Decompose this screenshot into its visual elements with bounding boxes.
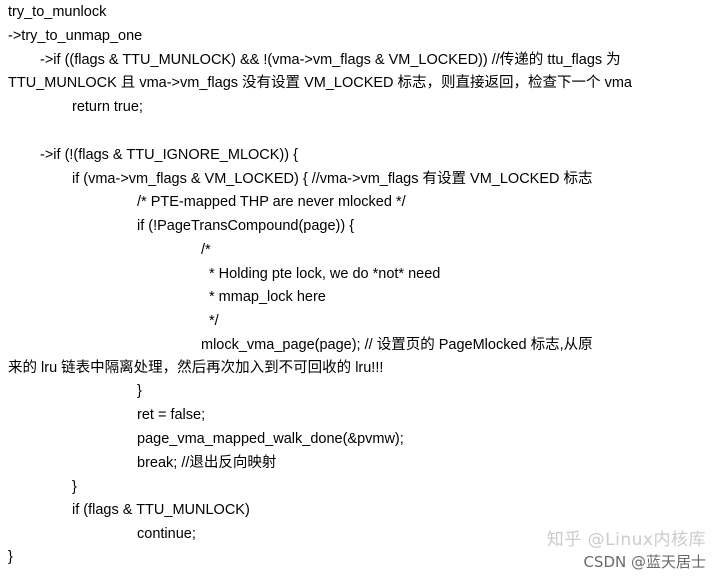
- code-line: }: [72, 479, 77, 495]
- code-line: continue;: [137, 526, 196, 542]
- code-line: TTU_MUNLOCK 且 vma->vm_flags 没有设置 VM_LOCK…: [8, 75, 632, 91]
- code-line: * mmap_lock here: [209, 289, 326, 305]
- code-line: * Holding pte lock, we do *not* need: [209, 266, 441, 282]
- code-line: }: [137, 383, 142, 399]
- code-line: ->if ((flags & TTU_MUNLOCK) && !(vma->vm…: [40, 52, 621, 68]
- csdn-watermark: CSDN @蓝天居士: [583, 553, 706, 571]
- zhihu-watermark: 知乎 @Linux内核库: [546, 530, 706, 550]
- code-line: if (vma->vm_flags & VM_LOCKED) { //vma->…: [72, 171, 593, 187]
- code-line: */: [209, 313, 219, 329]
- code-line: page_vma_mapped_walk_done(&pvmw);: [137, 431, 404, 447]
- code-line: break; //退出反向映射: [137, 455, 277, 471]
- code-document: try_to_munlock ->try_to_unmap_one ->if (…: [0, 0, 720, 576]
- code-line: /*: [201, 242, 211, 258]
- code-line: return true;: [72, 99, 143, 115]
- code-line: if (flags & TTU_MUNLOCK): [72, 502, 250, 518]
- code-line: }: [8, 549, 13, 565]
- code-line: ->if (!(flags & TTU_IGNORE_MLOCK)) {: [40, 147, 298, 163]
- code-line: ret = false;: [137, 407, 206, 423]
- code-line: try_to_munlock: [8, 4, 107, 20]
- code-line: mlock_vma_page(page); // 设置页的 PageMlocke…: [201, 337, 593, 353]
- code-line: ->try_to_unmap_one: [8, 28, 143, 44]
- code-line: /* PTE-mapped THP are never mlocked */: [137, 194, 406, 210]
- code-line: if (!PageTransCompound(page)) {: [137, 218, 355, 234]
- code-line: 来的 lru 链表中隔离处理，然后再次加入到不可回收的 lru!!!: [8, 360, 384, 376]
